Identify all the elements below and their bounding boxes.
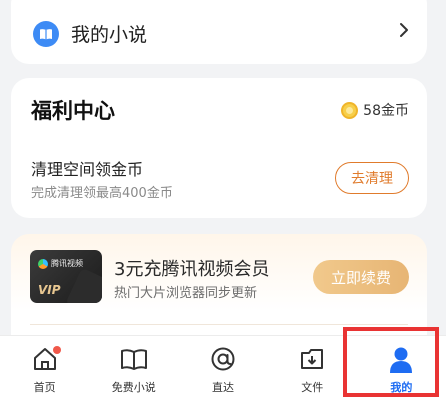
tencent-video-vip-banner: 腾讯视频 VIP — [30, 250, 102, 303]
task-subtitle: 完成清理领最高400金币 — [31, 186, 173, 201]
user-profile-icon — [388, 346, 414, 378]
clean-up-button[interactable]: 去清理 — [335, 162, 409, 194]
my-novels-card[interactable]: 我的小说 — [11, 0, 427, 64]
tencent-video-logo-icon — [38, 258, 48, 269]
divider — [30, 324, 408, 325]
nav-item-mine[interactable]: 我的 — [357, 336, 446, 400]
nav-label-direct: 直达 — [212, 381, 234, 394]
chevron-right-icon[interactable] — [399, 22, 409, 42]
nav-label-free-novels: 免费小说 — [111, 381, 156, 394]
vip-promo-subtitle: 热门大片浏览器同步更新 — [114, 286, 258, 301]
task-title: 清理空间领金币 — [31, 160, 144, 179]
nav-item-free-novels[interactable]: 免费小说 — [89, 336, 178, 400]
coin-icon — [341, 101, 359, 119]
open-book-icon — [120, 346, 148, 376]
tencent-video-logo: 腾讯视频 — [38, 258, 83, 269]
banner-decoration — [65, 267, 102, 303]
coin-balance[interactable]: 58金币 — [341, 100, 409, 120]
vip-badge: VIP — [38, 283, 61, 297]
coin-count: 58金币 — [363, 103, 409, 119]
at-sign-icon — [210, 346, 236, 376]
vip-promo-title: 3元充腾讯视频会员 — [114, 259, 270, 280]
my-novels-row[interactable]: 我的小说 — [33, 20, 147, 47]
nav-item-home[interactable]: 首页 — [0, 336, 89, 400]
welfare-title: 福利中心 — [31, 99, 115, 123]
nav-label-mine: 我的 — [390, 381, 413, 394]
banner-logo-text: 腾讯视频 — [51, 259, 83, 268]
welfare-center-card: 福利中心 58金币 清理空间领金币 完成清理领最高400金币 去清理 — [11, 78, 427, 218]
file-download-icon — [299, 346, 325, 376]
nav-label-files: 文件 — [301, 381, 324, 394]
nav-item-direct[interactable]: 直达 — [178, 336, 267, 400]
bottom-navigation-bar: 首页 免费小说 直达 文件 我的 — [0, 335, 446, 400]
my-novels-label: 我的小说 — [71, 24, 148, 46]
book-icon — [33, 20, 59, 47]
nav-item-files[interactable]: 文件 — [268, 336, 357, 400]
notification-dot — [53, 346, 61, 354]
renew-now-button[interactable]: 立即续费 — [313, 260, 409, 294]
nav-label-home: 首页 — [33, 381, 56, 394]
